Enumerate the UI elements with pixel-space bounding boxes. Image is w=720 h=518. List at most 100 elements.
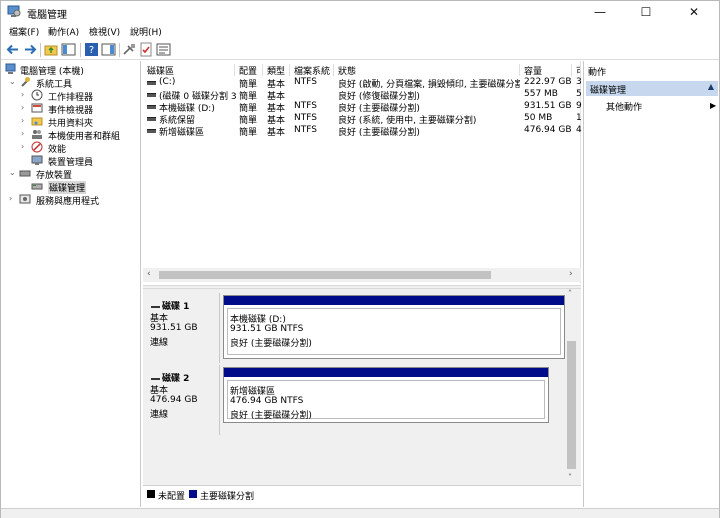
disk-management-icon [31, 183, 43, 190]
disk-size: 476.94 GB [150, 395, 198, 405]
column-header-type[interactable]: 類型 [263, 64, 290, 76]
table-row[interactable]: 本機磁碟 (D:) 簡單 基本 NTFS 良好 (主要磁碟分割) 931.51 … [143, 101, 582, 114]
menu-help[interactable]: 說明(H) [130, 25, 162, 38]
partition-size: 476.94 GB NTFS [230, 396, 304, 406]
legend-label: 未配置 [158, 492, 186, 502]
disk-icon [151, 377, 160, 380]
tree-label: 服務與應用程式 [36, 197, 100, 207]
tree-label: 效能 [48, 145, 67, 155]
legend-swatch-primary [189, 490, 197, 498]
services-icon [19, 194, 31, 204]
close-button[interactable]: ✕ [671, 1, 717, 23]
scrollbar-thumb[interactable] [567, 341, 576, 469]
scroll-up-icon[interactable]: ˄ [568, 289, 572, 298]
column-header-free[interactable]: 可 [572, 64, 581, 76]
disk-icon [151, 305, 160, 308]
expand-icon[interactable]: › [21, 90, 29, 99]
up-folder-icon[interactable] [44, 42, 59, 57]
expand-icon[interactable]: › [21, 129, 29, 138]
legend: 未配置 主要磁碟分割 [143, 485, 581, 502]
table-row[interactable]: (磁碟 0 磁碟分割 3) 簡單 基本 良好 (修復磁碟分割) 557 MB 5 [143, 89, 582, 102]
svg-text:?: ? [89, 45, 94, 56]
help-icon[interactable]: ? [84, 42, 99, 57]
shared-folder-icon [31, 117, 43, 126]
tree-label: 工作排程器 [48, 93, 94, 103]
expand-icon[interactable]: › [21, 142, 29, 151]
partition[interactable]: 本機磁碟 (D:) 931.51 GB NTFS 良好 (主要磁碟分割) [223, 295, 565, 359]
expand-icon[interactable]: › [21, 103, 29, 112]
disk-state: 連線 [150, 410, 169, 420]
partition-status: 良好 (主要磁碟分割) [230, 411, 312, 421]
minimize-button[interactable]: — [577, 1, 623, 23]
tree-label: 裝置管理員 [48, 158, 94, 168]
menu-bar: 檔案(F) 動作(A) 檢視(V) 說明(H) [1, 23, 719, 39]
partition[interactable]: 新增磁碟區 476.94 GB NTFS 良好 (主要磁碟分割) [223, 367, 549, 423]
horizontal-scrollbar[interactable]: ‹ › [143, 268, 581, 282]
navigation-tree: 電腦管理 (本機) ⌄ 系統工具 › 工作排程器 › 事件檢視器 › 共用資料夾… [1, 61, 141, 507]
table-row[interactable]: 新增磁碟區 簡單 基本 NTFS 良好 (主要磁碟分割) 476.94 GB 4 [143, 125, 582, 138]
volume-icon [147, 93, 156, 97]
column-header-filesystem[interactable]: 檔案系統 [290, 64, 334, 76]
collapse-icon[interactable]: ⌄ [9, 77, 17, 86]
volume-list: 磁碟區 配置 類型 檔案系統 狀態 容量 可 (C:) 簡單 基本 NTFS 良… [143, 61, 582, 283]
collapse-icon[interactable]: ⌄ [9, 168, 17, 177]
menu-action[interactable]: 動作(A) [48, 25, 79, 38]
check-icon[interactable] [139, 42, 154, 57]
title-bar: 電腦管理 — ☐ ✕ [1, 1, 719, 23]
legend-label: 主要磁碟分割 [200, 492, 255, 502]
column-header-volume[interactable]: 磁碟區 [143, 64, 235, 76]
disk-info[interactable]: 磁碟 2 基本 476.94 GB 連線 [145, 365, 220, 435]
users-icon [32, 130, 42, 139]
disk-2[interactable]: 磁碟 2 基本 476.94 GB 連線 新增磁碟區 476.94 GB NTF… [145, 365, 565, 435]
event-viewer-icon [31, 103, 43, 113]
actions-pane: 動作 磁碟管理 ▲ 其他動作 ▶ [583, 61, 719, 507]
storage-icon [19, 170, 31, 177]
expand-icon[interactable]: › [21, 116, 29, 125]
clock-icon [31, 89, 43, 101]
more-actions-item[interactable]: 其他動作 [606, 100, 642, 113]
scroll-left-icon[interactable]: ‹ [147, 269, 151, 279]
actions-section-disk-management[interactable]: 磁碟管理 ▲ [586, 81, 718, 96]
volume-icon [147, 105, 156, 109]
disk-info[interactable]: 磁碟 1 基本 931.51 GB 連線 [145, 293, 220, 363]
disk-state: 連線 [150, 338, 169, 348]
submenu-arrow-icon: ▶ [710, 101, 717, 110]
maximize-button[interactable]: ☐ [623, 1, 669, 23]
device-manager-icon [31, 155, 43, 165]
show-hide-tree-icon[interactable] [61, 42, 76, 57]
expand-icon[interactable]: › [9, 194, 17, 203]
column-header-capacity[interactable]: 容量 [520, 64, 572, 76]
content-pane: 磁碟區 配置 類型 檔案系統 狀態 容量 可 (C:) 簡單 基本 NTFS 良… [143, 61, 582, 507]
connect-icon[interactable] [122, 42, 137, 57]
computer-management-icon [5, 63, 16, 74]
volume-icon [147, 81, 156, 85]
disk-1[interactable]: 磁碟 1 基本 931.51 GB 連線 本機磁碟 (D:) 931.51 GB… [145, 293, 565, 363]
partition-status: 良好 (主要磁碟分割) [230, 339, 312, 349]
menu-file[interactable]: 檔案(F) [9, 25, 39, 38]
tools-icon [21, 77, 30, 87]
disk-size: 931.51 GB [150, 323, 198, 333]
partition-header [224, 296, 564, 305]
table-row[interactable]: 系統保留 簡單 基本 NTFS 良好 (系統, 使用中, 主要磁碟分割) 50 … [143, 113, 582, 126]
disk-graph: 磁碟 1 基本 931.51 GB 連線 本機磁碟 (D:) 931.51 GB… [143, 289, 581, 499]
collapse-up-icon[interactable]: ▲ [708, 82, 714, 91]
tree-label: 事件檢視器 [48, 106, 94, 116]
computer-management-window: 電腦管理 — ☐ ✕ 檔案(F) 動作(A) 檢視(V) 說明(H) ? 電腦管… [0, 0, 720, 518]
vertical-scrollbar[interactable]: ˄ ˅ [565, 289, 579, 485]
back-arrow-icon[interactable] [5, 42, 20, 57]
properties-pane-icon[interactable] [101, 42, 116, 57]
actions-header: 動作 [588, 68, 607, 78]
scroll-right-icon[interactable]: › [569, 269, 573, 279]
menu-view[interactable]: 檢視(V) [89, 25, 120, 38]
partition-size: 931.51 GB NTFS [230, 324, 304, 334]
column-header-status[interactable]: 狀態 [334, 64, 520, 76]
forward-arrow-icon[interactable] [23, 42, 38, 57]
partition-header [224, 368, 548, 377]
volume-icon [147, 129, 156, 133]
scrollbar-thumb[interactable] [159, 271, 491, 279]
column-header-layout[interactable]: 配置 [235, 64, 263, 76]
scroll-down-icon[interactable]: ˅ [568, 473, 572, 482]
table-row[interactable]: (C:) 簡單 基本 NTFS 良好 (啟動, 分頁檔案, 損毀傾印, 主要磁碟… [143, 77, 582, 90]
list-view-icon[interactable] [156, 42, 171, 57]
computer-management-icon [7, 5, 21, 17]
